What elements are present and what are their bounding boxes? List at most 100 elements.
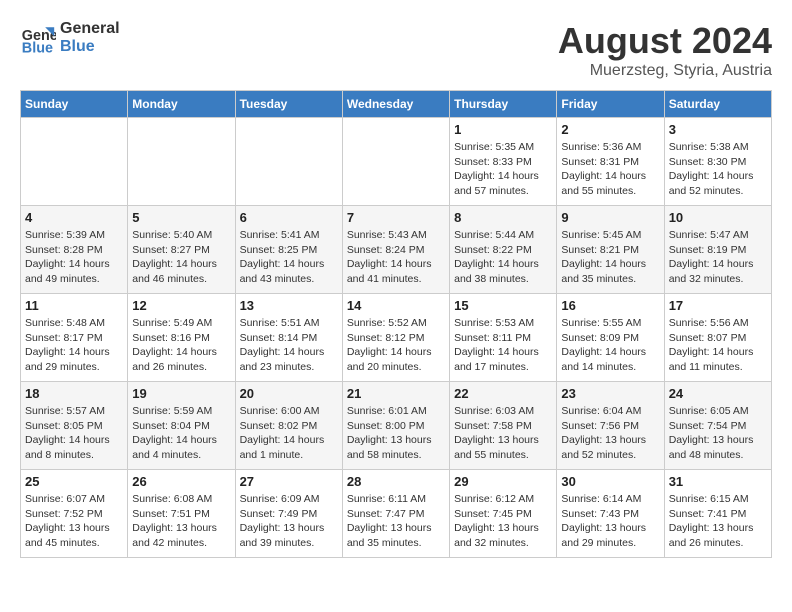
day-info: Sunrise: 5:51 AM Sunset: 8:14 PM Dayligh… [240, 316, 338, 375]
day-number: 19 [132, 386, 230, 401]
logo: General Blue General Blue [20, 20, 120, 56]
day-info: Sunrise: 5:38 AM Sunset: 8:30 PM Dayligh… [669, 140, 767, 199]
calendar-cell: 7Sunrise: 5:43 AM Sunset: 8:24 PM Daylig… [342, 206, 449, 294]
calendar-week-1: 1 Sunrise: 5:35 AM Sunset: 8:33 PM Daylig… [21, 118, 772, 206]
day-info: Sunrise: 5:49 AM Sunset: 8:16 PM Dayligh… [132, 316, 230, 375]
day-number: 20 [240, 386, 338, 401]
calendar-cell: 25 Sunrise: 6:07 AM Sunset: 7:52 PM Dayli… [21, 470, 128, 558]
calendar-cell: 3 Sunrise: 5:38 AM Sunset: 8:30 PM Daylig… [664, 118, 771, 206]
calendar-cell: 30Sunrise: 6:14 AM Sunset: 7:43 PM Dayli… [557, 470, 664, 558]
calendar-cell: 2Sunrise: 5:36 AM Sunset: 8:31 PM Daylig… [557, 118, 664, 206]
calendar-cell: 28Sunrise: 6:11 AM Sunset: 7:47 PM Dayli… [342, 470, 449, 558]
calendar-cell: 6Sunrise: 5:41 AM Sunset: 8:25 PM Daylig… [235, 206, 342, 294]
day-info: Sunrise: 6:00 AM Sunset: 8:02 PM Dayligh… [240, 404, 338, 463]
calendar-week-5: 25 Sunrise: 6:07 AM Sunset: 7:52 PM Dayli… [21, 470, 772, 558]
day-number: 7 [347, 210, 445, 225]
weekday-header-monday: Monday [128, 91, 235, 118]
day-info: Sunrise: 5:40 AM Sunset: 8:27 PM Dayligh… [132, 228, 230, 287]
calendar-cell: 19 Sunrise: 5:59 AM Sunset: 8:04 PM Dayli… [128, 382, 235, 470]
day-info: Sunrise: 5:48 AM Sunset: 8:17 PM Dayligh… [25, 316, 123, 375]
calendar-cell: 22 Sunrise: 6:03 AM Sunset: 7:58 PM Dayli… [450, 382, 557, 470]
calendar-header-row: SundayMondayTuesdayWednesdayThursdayFrid… [21, 91, 772, 118]
day-info: Sunrise: 6:01 AM Sunset: 8:00 PM Dayligh… [347, 404, 445, 463]
calendar-cell: 23 Sunrise: 6:04 AM Sunset: 7:56 PM Dayli… [557, 382, 664, 470]
day-number: 4 [25, 210, 123, 225]
day-info: Sunrise: 5:36 AM Sunset: 8:31 PM Dayligh… [561, 140, 659, 199]
day-info: Sunrise: 6:07 AM Sunset: 7:52 PM Dayligh… [25, 492, 123, 551]
day-info: Sunrise: 5:56 AM Sunset: 8:07 PM Dayligh… [669, 316, 767, 375]
day-number: 16 [561, 298, 659, 313]
calendar-week-3: 11Sunrise: 5:48 AM Sunset: 8:17 PM Dayli… [21, 294, 772, 382]
day-info: Sunrise: 5:45 AM Sunset: 8:21 PM Dayligh… [561, 228, 659, 287]
day-number: 17 [669, 298, 767, 313]
day-number: 5 [132, 210, 230, 225]
weekday-header-thursday: Thursday [450, 91, 557, 118]
calendar-cell: 17 Sunrise: 5:56 AM Sunset: 8:07 PM Dayli… [664, 294, 771, 382]
day-info: Sunrise: 6:03 AM Sunset: 7:58 PM Dayligh… [454, 404, 552, 463]
day-info: Sunrise: 5:44 AM Sunset: 8:22 PM Dayligh… [454, 228, 552, 287]
title-block: August 2024 Muerzsteg, Styria, Austria [558, 20, 772, 80]
day-number: 18 [25, 386, 123, 401]
day-info: Sunrise: 5:59 AM Sunset: 8:04 PM Dayligh… [132, 404, 230, 463]
logo-line2: Blue [60, 38, 120, 56]
calendar-cell: 4 Sunrise: 5:39 AM Sunset: 8:28 PM Daylig… [21, 206, 128, 294]
calendar-cell: 9 Sunrise: 5:45 AM Sunset: 8:21 PM Daylig… [557, 206, 664, 294]
day-number: 1 [454, 122, 552, 137]
page-header: General Blue General Blue August 2024 Mu… [20, 20, 772, 80]
day-info: Sunrise: 6:12 AM Sunset: 7:45 PM Dayligh… [454, 492, 552, 551]
calendar-cell: 15Sunrise: 5:53 AM Sunset: 8:11 PM Dayli… [450, 294, 557, 382]
day-info: Sunrise: 5:55 AM Sunset: 8:09 PM Dayligh… [561, 316, 659, 375]
calendar-cell: 16 Sunrise: 5:55 AM Sunset: 8:09 PM Dayli… [557, 294, 664, 382]
day-info: Sunrise: 5:57 AM Sunset: 8:05 PM Dayligh… [25, 404, 123, 463]
day-number: 13 [240, 298, 338, 313]
calendar-cell: 29 Sunrise: 6:12 AM Sunset: 7:45 PM Dayli… [450, 470, 557, 558]
calendar-cell: 13 Sunrise: 5:51 AM Sunset: 8:14 PM Dayli… [235, 294, 342, 382]
day-info: Sunrise: 5:39 AM Sunset: 8:28 PM Dayligh… [25, 228, 123, 287]
calendar-cell: 11Sunrise: 5:48 AM Sunset: 8:17 PM Dayli… [21, 294, 128, 382]
day-number: 26 [132, 474, 230, 489]
calendar-cell [342, 118, 449, 206]
day-info: Sunrise: 6:05 AM Sunset: 7:54 PM Dayligh… [669, 404, 767, 463]
logo-icon: General Blue [20, 20, 56, 56]
calendar-cell: 27Sunrise: 6:09 AM Sunset: 7:49 PM Dayli… [235, 470, 342, 558]
svg-text:Blue: Blue [22, 40, 53, 56]
month-title: August 2024 [558, 20, 772, 62]
calendar-cell: 1 Sunrise: 5:35 AM Sunset: 8:33 PM Daylig… [450, 118, 557, 206]
calendar-cell [128, 118, 235, 206]
calendar-cell: 8 Sunrise: 5:44 AM Sunset: 8:22 PM Daylig… [450, 206, 557, 294]
day-number: 14 [347, 298, 445, 313]
day-info: Sunrise: 5:35 AM Sunset: 8:33 PM Dayligh… [454, 140, 552, 199]
day-info: Sunrise: 6:14 AM Sunset: 7:43 PM Dayligh… [561, 492, 659, 551]
weekday-header-saturday: Saturday [664, 91, 771, 118]
day-number: 23 [561, 386, 659, 401]
calendar-cell: 26Sunrise: 6:08 AM Sunset: 7:51 PM Dayli… [128, 470, 235, 558]
day-info: Sunrise: 5:53 AM Sunset: 8:11 PM Dayligh… [454, 316, 552, 375]
calendar-cell: 21 Sunrise: 6:01 AM Sunset: 8:00 PM Dayli… [342, 382, 449, 470]
calendar-cell: 14 Sunrise: 5:52 AM Sunset: 8:12 PM Dayli… [342, 294, 449, 382]
weekday-header-sunday: Sunday [21, 91, 128, 118]
day-number: 25 [25, 474, 123, 489]
day-info: Sunrise: 6:15 AM Sunset: 7:41 PM Dayligh… [669, 492, 767, 551]
day-number: 24 [669, 386, 767, 401]
day-number: 10 [669, 210, 767, 225]
day-number: 31 [669, 474, 767, 489]
day-number: 22 [454, 386, 552, 401]
day-number: 9 [561, 210, 659, 225]
location-title: Muerzsteg, Styria, Austria [558, 62, 772, 80]
day-info: Sunrise: 5:52 AM Sunset: 8:12 PM Dayligh… [347, 316, 445, 375]
day-number: 8 [454, 210, 552, 225]
day-info: Sunrise: 5:47 AM Sunset: 8:19 PM Dayligh… [669, 228, 767, 287]
day-number: 27 [240, 474, 338, 489]
calendar-cell [235, 118, 342, 206]
calendar-cell [21, 118, 128, 206]
calendar-cell: 18 Sunrise: 5:57 AM Sunset: 8:05 PM Dayli… [21, 382, 128, 470]
calendar-table: SundayMondayTuesdayWednesdayThursdayFrid… [20, 90, 772, 558]
day-info: Sunrise: 6:04 AM Sunset: 7:56 PM Dayligh… [561, 404, 659, 463]
calendar-cell: 31 Sunrise: 6:15 AM Sunset: 7:41 PM Dayli… [664, 470, 771, 558]
calendar-cell: 12Sunrise: 5:49 AM Sunset: 8:16 PM Dayli… [128, 294, 235, 382]
logo-line1: General [60, 20, 120, 38]
day-number: 29 [454, 474, 552, 489]
day-number: 21 [347, 386, 445, 401]
day-info: Sunrise: 6:11 AM Sunset: 7:47 PM Dayligh… [347, 492, 445, 551]
day-number: 3 [669, 122, 767, 137]
